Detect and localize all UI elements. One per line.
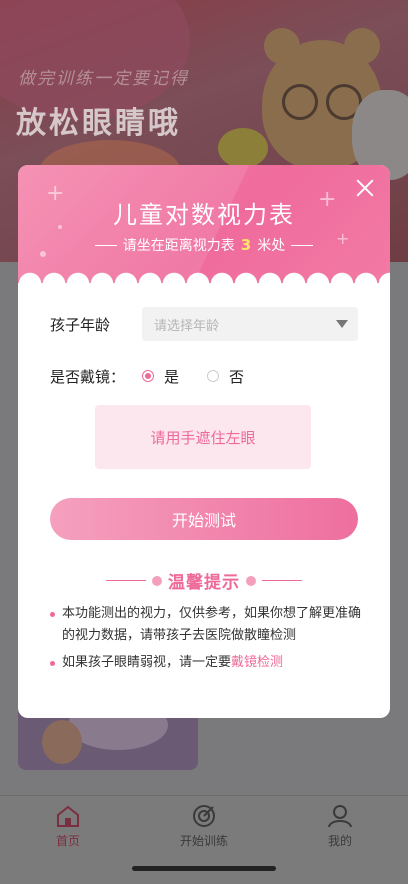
nav-item-home[interactable]: 首页 [8, 796, 128, 849]
nav-label-home: 首页 [55, 834, 80, 848]
dialog-subtitle: 请坐在距离视力表 3 米处 [18, 235, 390, 255]
age-row: 孩子年龄 请选择年龄 [50, 307, 358, 341]
toy-illustration [218, 128, 268, 168]
wave-divider [18, 268, 390, 283]
glasses-no-label: 否 [229, 367, 245, 386]
target-icon [193, 805, 215, 827]
glasses-yes-label: 是 [164, 367, 180, 386]
glasses-no-option[interactable]: 否 [207, 366, 244, 387]
bulb-icon [246, 575, 256, 586]
distance-value: 3 [240, 236, 252, 254]
nav-label-start-training: 开始训练 [179, 834, 228, 848]
home-icon [57, 805, 79, 827]
radio-unchecked-icon[interactable] [207, 370, 220, 382]
caret-down-icon [336, 320, 348, 328]
glasses-test-link[interactable]: 戴镜检测 [231, 655, 283, 670]
banner-subtitle: 做完训练一定要记得 [18, 69, 189, 89]
nav-label-mine: 我的 [327, 834, 352, 848]
age-label: 孩子年龄 [50, 315, 111, 334]
age-select-placeholder: 请选择年龄 [154, 318, 220, 334]
subtitle-prefix: 请坐在距离视力表 [122, 238, 235, 254]
nav-item-start-training[interactable]: 开始训练 [144, 796, 264, 849]
glasses-row: 是否戴镜： 是 否 [50, 361, 272, 391]
start-test-button[interactable]: 开始测试 [50, 498, 358, 540]
doctor-illustration [42, 720, 82, 764]
cover-eye-instruction: 请用手遮住左眼 [95, 405, 311, 469]
vision-test-dialog: + + + 儿童对数视力表 请坐在距离视力表 3 米处 孩子年龄 请选择年龄 是… [18, 165, 390, 718]
home-indicator [132, 866, 276, 871]
nav-item-mine[interactable]: 我的 [280, 796, 400, 849]
tip-text: 如果孩子眼睛弱视，请一定要 [62, 655, 232, 670]
radio-checked-icon[interactable] [142, 370, 154, 382]
tips-header: 温馨提示 [18, 568, 390, 593]
tips-title: 温馨提示 [168, 573, 240, 593]
tip-item: 如果孩子眼睛弱视，请一定要戴镜检测 [50, 652, 362, 674]
glasses-label: 是否戴镜： [50, 367, 126, 386]
subtitle-suffix: 米处 [257, 238, 286, 254]
user-icon [328, 805, 352, 828]
banner-title: 放松眼睛哦 [16, 106, 181, 141]
dialog-title: 儿童对数视力表 [113, 201, 295, 229]
close-icon[interactable] [354, 177, 376, 199]
age-select[interactable]: 请选择年龄 [142, 307, 358, 341]
bulb-icon [152, 575, 162, 586]
tip-item: 本功能测出的视力，仅供参考，如果你想了解更准确的视力数据，请带孩子去医院做散瞳检… [50, 603, 362, 647]
glasses-yes-option[interactable]: 是 [142, 366, 179, 387]
dialog-header: + + + 儿童对数视力表 请坐在距离视力表 3 米处 [18, 165, 390, 283]
